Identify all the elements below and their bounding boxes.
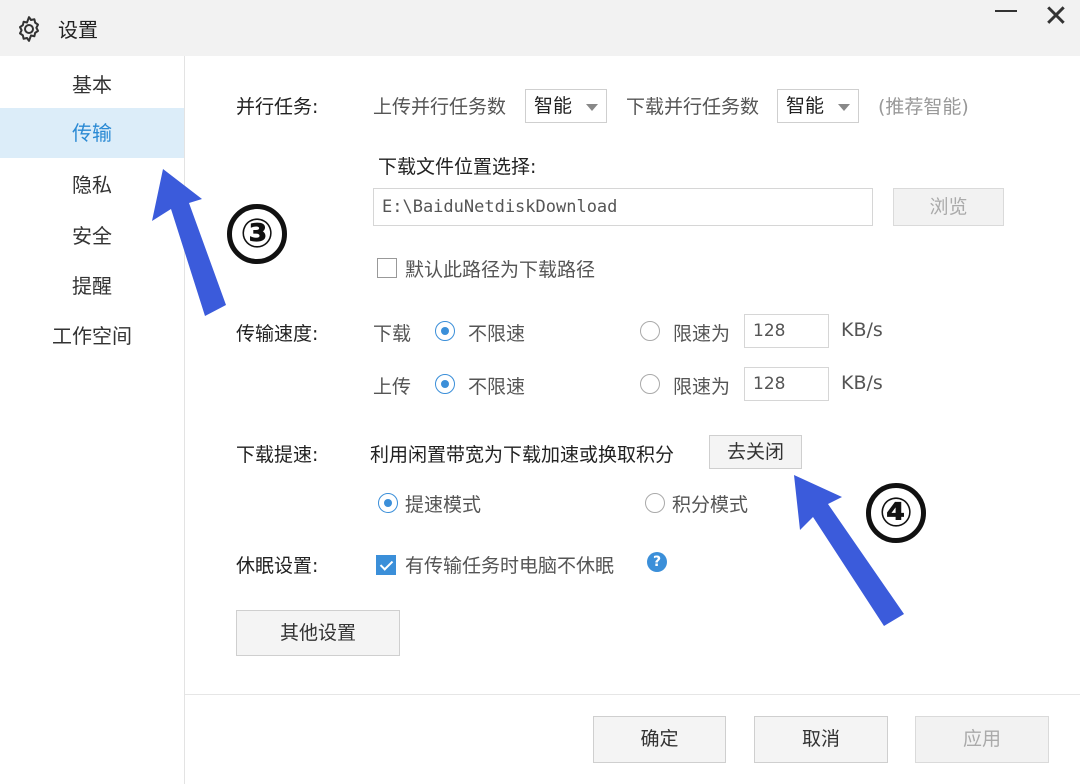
step-4-marker: ④ [866, 483, 926, 543]
annotation-arrows [152, 169, 904, 626]
step-3-marker: ③ [227, 204, 287, 264]
arrow-3-icon [152, 169, 226, 316]
